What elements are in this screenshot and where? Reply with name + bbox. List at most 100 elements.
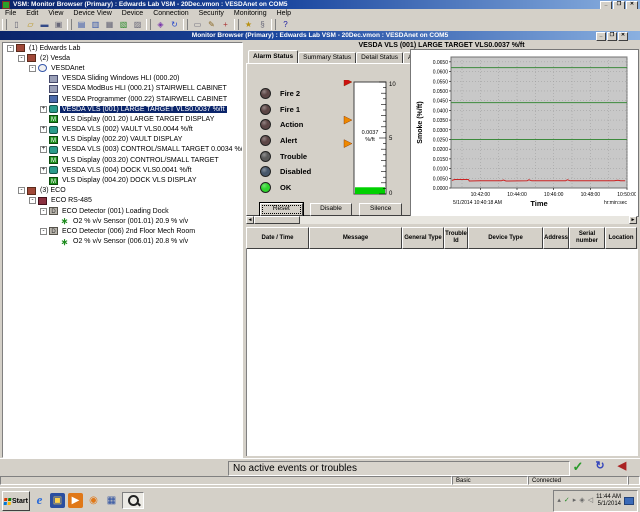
tree-expand-icon[interactable]: - <box>7 45 14 52</box>
silence-button[interactable]: Silence <box>359 203 402 216</box>
menu-edit[interactable]: Edit <box>21 10 43 17</box>
tree-item[interactable]: -DECO Detector (006) 2nd Floor Mech Room <box>3 226 242 236</box>
mute-speaker-icon[interactable]: ◀ <box>612 459 632 475</box>
magnifier-icon[interactable] <box>122 492 144 509</box>
device-tree[interactable]: -(1) Edwards Lab-(2) Vesda-VESDAnetVESDA… <box>2 42 243 458</box>
zone-view-icon[interactable]: ▧ <box>117 19 130 30</box>
event-list-icon[interactable]: ▦ <box>103 19 116 30</box>
ie-icon[interactable]: e <box>32 493 47 508</box>
tree-item[interactable]: VESDA Programmer (000.22) STAIRWELL CABI… <box>3 94 242 104</box>
menu-view[interactable]: View <box>43 10 68 17</box>
menu-connection[interactable]: Connection <box>148 10 193 17</box>
print-icon[interactable]: ▭ <box>191 19 204 30</box>
horizontal-scrollbar[interactable]: ◄ ► <box>246 216 637 224</box>
tray-agent-icon[interactable]: ✓ <box>564 497 570 505</box>
language-flag-icon[interactable] <box>624 497 634 505</box>
tree-item[interactable]: MVLS Display (001.20) LARGE TARGET DISPL… <box>3 114 242 124</box>
column-header-date-time[interactable]: Date / Time <box>246 227 309 249</box>
tree-item[interactable]: -(2) Vesda <box>3 53 242 63</box>
tree-item[interactable]: -ECO RS-485 <box>3 196 242 206</box>
refresh-events-icon[interactable]: ↻ <box>590 459 610 475</box>
events-table-body[interactable] <box>246 249 638 456</box>
tree-item[interactable]: -(3) ECO <box>3 186 242 196</box>
window-titlebar[interactable]: VSM: Monitor Browser (Primary) : Edwards… <box>0 0 640 9</box>
tree-item[interactable]: +VESDA VLS (004) DOCK VLS0.0041 %/ft <box>3 165 242 175</box>
disable-button[interactable]: Disable <box>310 203 353 216</box>
new-icon[interactable]: ▯ <box>10 19 23 30</box>
tab-alarm-status[interactable]: Alarm Status <box>248 50 298 64</box>
save-icon[interactable]: ▬ <box>38 19 51 30</box>
taskbar-clock[interactable]: 11:44 AM 5/1/2014 <box>596 494 621 508</box>
ack-check-icon[interactable]: ✓ <box>568 459 588 475</box>
menu-monitoring[interactable]: Monitoring <box>229 10 272 17</box>
transfer-icon[interactable]: ◈ <box>154 19 167 30</box>
tree-expand-icon[interactable]: - <box>40 228 47 235</box>
scrollbar-track[interactable] <box>300 216 629 224</box>
tray-volume-icon[interactable]: ◁ <box>588 497 593 505</box>
menu-security[interactable]: Security <box>194 10 229 17</box>
tree-expand-icon[interactable]: + <box>40 106 47 113</box>
scroll-right-arrow-icon[interactable]: ► <box>629 216 637 224</box>
vls-icon <box>49 105 58 113</box>
scrollbar-thumb[interactable] <box>254 216 300 224</box>
tray-flag-icon[interactable]: ▸ <box>573 497 577 505</box>
tree-expand-icon[interactable]: + <box>40 126 47 133</box>
explorer-icon[interactable]: ▣ <box>50 493 65 508</box>
firefox-icon[interactable]: ◉ <box>86 493 101 508</box>
help-icon[interactable]: ? <box>279 19 292 30</box>
tray-network-icon[interactable]: ◈ <box>579 497 584 505</box>
menu-help[interactable]: Help <box>272 10 296 17</box>
scroll-left-arrow-icon[interactable]: ◄ <box>246 216 254 224</box>
tree-item[interactable]: ∗O2 % v/v Sensor (001.01) 20.9 % v/v <box>3 216 242 226</box>
vsm-app-icon[interactable]: ▦ <box>104 493 119 508</box>
tree-expand-icon[interactable]: + <box>40 167 47 174</box>
media-player-icon[interactable]: ▶ <box>68 493 83 508</box>
tree-item[interactable]: MVLS Display (004.20) DOCK VLS DISPLAY <box>3 175 242 185</box>
start-button[interactable]: Start <box>2 491 30 511</box>
column-header-message[interactable]: Message <box>309 227 402 249</box>
tree-item[interactable]: MVLS Display (003.20) CONTROL/SMALL TARG… <box>3 155 242 165</box>
reset-button[interactable]: Reset <box>260 203 303 216</box>
column-header-trouble-id[interactable]: Trouble Id <box>444 227 468 249</box>
tree-expand-icon[interactable]: - <box>40 208 47 215</box>
column-header-general-type[interactable]: General Type <box>402 227 444 249</box>
mdi-close-button[interactable]: ✕ <box>618 32 628 41</box>
column-header-serial-number[interactable]: Serial number <box>569 227 605 249</box>
device-view-icon[interactable]: ▥ <box>89 19 102 30</box>
tree-item[interactable]: +VESDA VLS (001) LARGE TARGET VLS0.0037 … <box>3 104 242 114</box>
tree-item[interactable]: VESDA ModBus HLI (000.21) STAIRWELL CABI… <box>3 84 242 94</box>
tree-item[interactable]: +VESDA VLS (003) CONTROL/SMALL TARGET 0.… <box>3 145 242 155</box>
menu-device[interactable]: Device <box>117 10 148 17</box>
tree-item[interactable]: VESDA Sliding Windows HLI (000.20) <box>3 74 242 84</box>
alarm-led-row: Action <box>260 117 350 133</box>
tree-expand-icon[interactable]: - <box>18 55 25 62</box>
tree-item[interactable]: -DECO Detector (001) Loading Dock <box>3 206 242 216</box>
mdi-titlebar[interactable]: Monitor Browser (Primary) : Edwards Lab … <box>0 31 640 40</box>
monitor-browser-icon[interactable]: ▤ <box>75 19 88 30</box>
column-header-device-type[interactable]: Device Type <box>468 227 543 249</box>
tree-expand-icon[interactable]: + <box>40 146 47 153</box>
connect-icon[interactable]: + <box>219 19 232 30</box>
security-icon[interactable]: § <box>256 19 269 30</box>
edit-icon[interactable]: ✎ <box>205 19 218 30</box>
column-header-location[interactable]: Location <box>605 227 637 249</box>
menu-file[interactable]: File <box>0 10 21 17</box>
menu-device-view[interactable]: Device View <box>68 10 116 17</box>
tray-status-icon[interactable]: ▴ <box>557 497 561 505</box>
favorites-icon[interactable]: ★ <box>242 19 255 30</box>
tree-expand-icon[interactable]: - <box>18 187 25 194</box>
refresh-icon[interactable]: ↻ <box>168 19 181 30</box>
tree-item[interactable]: ∗O2 % v/v Sensor (006.01) 20.8 % v/v <box>3 237 242 247</box>
tree-item[interactable]: +VESDA VLS (002) VAULT VLS0.0044 %/ft <box>3 125 242 135</box>
tree-item[interactable]: -VESDAnet <box>3 63 242 73</box>
tree-expand-icon[interactable]: - <box>29 197 36 204</box>
mdi-minimize-button[interactable]: _ <box>596 32 606 41</box>
copy-icon[interactable]: ▣ <box>52 19 65 30</box>
tree-expand-icon[interactable]: - <box>29 65 36 72</box>
tree-item[interactable]: MVLS Display (002.20) VAULT DISPLAY <box>3 135 242 145</box>
open-icon[interactable]: ▱ <box>24 19 37 30</box>
tree-item[interactable]: -(1) Edwards Lab <box>3 43 242 53</box>
mdi-maximize-button[interactable]: ❐ <box>607 32 617 41</box>
column-header-address[interactable]: Address <box>543 227 569 249</box>
checkbox-view-icon[interactable]: ▨ <box>131 19 144 30</box>
